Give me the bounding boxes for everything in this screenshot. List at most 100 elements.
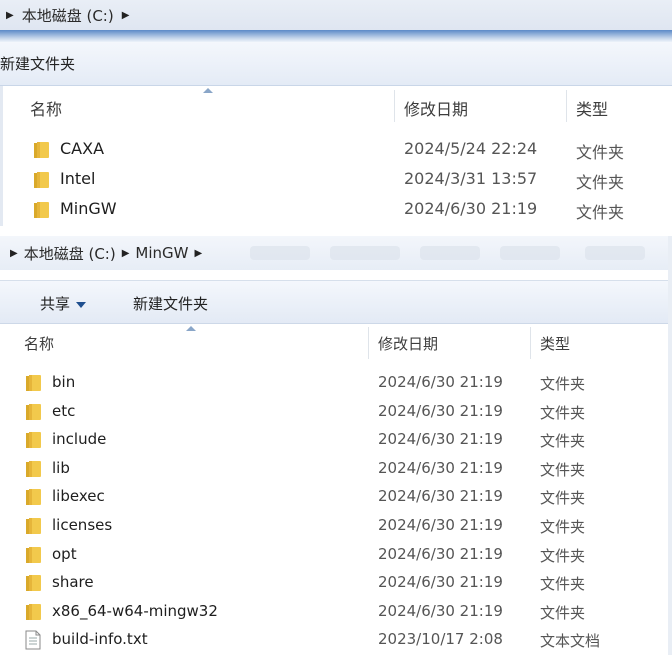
file-name: CAXA: [60, 139, 105, 158]
file-type: 文件夹: [540, 489, 586, 507]
modified-date: 2024/6/30 21:19: [378, 373, 503, 391]
address-bar[interactable]: ▶ 本地磁盘 (C:) ▶: [0, 0, 672, 30]
modified-date: 2024/6/30 21:19: [404, 199, 538, 218]
new-folder-button[interactable]: 新建文件夹: [0, 53, 75, 74]
breadcrumb-arrow-icon[interactable]: ▶: [6, 10, 14, 21]
file-type: 文件夹: [540, 375, 586, 393]
modified-date: 2024/3/31 13:57: [404, 169, 538, 188]
sort-ascending-icon: [186, 326, 196, 331]
folder-icon: [26, 547, 41, 563]
breadcrumb-arrow-icon[interactable]: ▶: [10, 248, 18, 259]
file-name: lib: [52, 459, 70, 477]
breadcrumb-arrow-icon[interactable]: ▶: [122, 10, 130, 21]
file-type: 文本文档: [540, 632, 601, 650]
file-name: bin: [52, 373, 76, 391]
breadcrumb-arrow-icon[interactable]: ▶: [194, 248, 202, 259]
modified-date: 2024/6/30 21:19: [378, 402, 503, 420]
modified-date: 2024/5/24 22:24: [404, 139, 538, 158]
folder-icon: [26, 575, 41, 591]
list-item[interactable]: Intel 2024/3/31 13:57 文件夹: [0, 165, 672, 195]
breadcrumb-item-mingw[interactable]: MinGW: [135, 244, 188, 262]
modified-date: 2024/6/30 21:19: [378, 430, 503, 448]
file-name: build-info.txt: [52, 630, 148, 648]
modified-date: 2024/6/30 21:19: [378, 545, 503, 563]
file-type: 文件夹: [576, 173, 625, 192]
dropdown-arrow-icon: [76, 301, 87, 308]
modified-date: 2024/6/30 21:19: [378, 459, 503, 477]
list-item[interactable]: opt 2024/6/30 21:19 文件夹: [0, 541, 672, 569]
toolbar: 新建文件夹: [0, 42, 672, 86]
address-bar[interactable]: ▶ 本地磁盘 (C:) ▶ MinGW ▶: [0, 236, 672, 270]
folder-icon: [26, 461, 41, 477]
column-divider[interactable]: [566, 90, 567, 122]
file-type: 文件夹: [540, 575, 586, 593]
window-title-band: [0, 30, 672, 42]
column-divider[interactable]: [394, 90, 395, 122]
sort-ascending-icon: [203, 88, 213, 93]
column-divider[interactable]: [530, 327, 531, 359]
folder-icon: [26, 432, 41, 448]
file-name: include: [52, 430, 107, 448]
list-item[interactable]: share 2024/6/30 21:19 文件夹: [0, 569, 672, 597]
column-divider[interactable]: [368, 327, 369, 359]
breadcrumb-arrow-icon[interactable]: ▶: [122, 248, 130, 259]
column-header-row: 名称 修改日期 类型: [0, 324, 672, 362]
file-name: Intel: [60, 169, 96, 188]
blurred-region: [250, 246, 310, 260]
list-item[interactable]: build-info.txt 2023/10/17 2:08 文本文档: [0, 626, 672, 654]
file-type: 文件夹: [540, 432, 586, 450]
new-folder-button[interactable]: 新建文件夹: [133, 293, 208, 314]
folder-icon: [34, 142, 49, 158]
list-item[interactable]: libexec 2024/6/30 21:19 文件夹: [0, 483, 672, 511]
file-name: MinGW: [60, 199, 117, 218]
window-edge: [0, 86, 3, 226]
folder-icon: [26, 489, 41, 505]
blurred-region: [330, 246, 400, 260]
file-type: 文件夹: [576, 203, 625, 222]
folder-icon: [26, 518, 41, 534]
column-header-type[interactable]: 类型: [540, 333, 570, 354]
list-item[interactable]: CAXA 2024/5/24 22:24 文件夹: [0, 135, 672, 165]
column-header-name[interactable]: 名称: [30, 96, 62, 120]
column-header-type[interactable]: 类型: [576, 96, 608, 120]
list-item[interactable]: etc 2024/6/30 21:19 文件夹: [0, 398, 672, 426]
column-header-row: 名称 修改日期 类型: [0, 86, 672, 126]
column-header-date[interactable]: 修改日期: [378, 333, 438, 354]
blurred-region: [585, 246, 645, 260]
list-item[interactable]: bin 2024/6/30 21:19 文件夹: [0, 369, 672, 397]
file-type: 文件夹: [540, 461, 586, 479]
breadcrumb-item-drive-c[interactable]: 本地磁盘 (C:): [22, 5, 114, 26]
file-type: 文件夹: [576, 143, 625, 162]
file-type: 文件夹: [540, 518, 586, 536]
list-item[interactable]: lib 2024/6/30 21:19 文件夹: [0, 455, 672, 483]
list-item[interactable]: MinGW 2024/6/30 21:19 文件夹: [0, 195, 672, 225]
file-type: 文件夹: [540, 404, 586, 422]
folder-icon: [26, 375, 41, 391]
file-name: opt: [52, 545, 77, 563]
modified-date: 2024/6/30 21:19: [378, 602, 503, 620]
share-button-label: 共享: [40, 295, 71, 313]
file-type: 文件夹: [540, 604, 586, 622]
folder-icon: [26, 604, 41, 620]
file-name: licenses: [52, 516, 113, 534]
folder-icon: [34, 172, 49, 188]
column-header-date[interactable]: 修改日期: [404, 96, 468, 120]
text-file-icon: [25, 630, 41, 650]
blurred-region: [500, 246, 560, 260]
list-item[interactable]: licenses 2024/6/30 21:19 文件夹: [0, 512, 672, 540]
file-name: share: [52, 573, 94, 591]
folder-icon: [26, 404, 41, 420]
share-button[interactable]: 共享: [40, 293, 87, 314]
file-name: libexec: [52, 487, 105, 505]
blurred-region: [420, 246, 480, 260]
toolbar: 共享 新建文件夹: [0, 280, 672, 324]
breadcrumb-item-drive-c[interactable]: 本地磁盘 (C:): [24, 243, 116, 264]
modified-date: 2023/10/17 2:08: [378, 630, 503, 648]
window-edge: [668, 236, 672, 655]
file-type: 文件夹: [540, 547, 586, 565]
column-header-name[interactable]: 名称: [24, 333, 54, 354]
file-name: x86_64-w64-mingw32: [52, 602, 218, 620]
folder-icon: [34, 202, 49, 218]
list-item[interactable]: x86_64-w64-mingw32 2024/6/30 21:19 文件夹: [0, 598, 672, 626]
list-item[interactable]: include 2024/6/30 21:19 文件夹: [0, 426, 672, 454]
